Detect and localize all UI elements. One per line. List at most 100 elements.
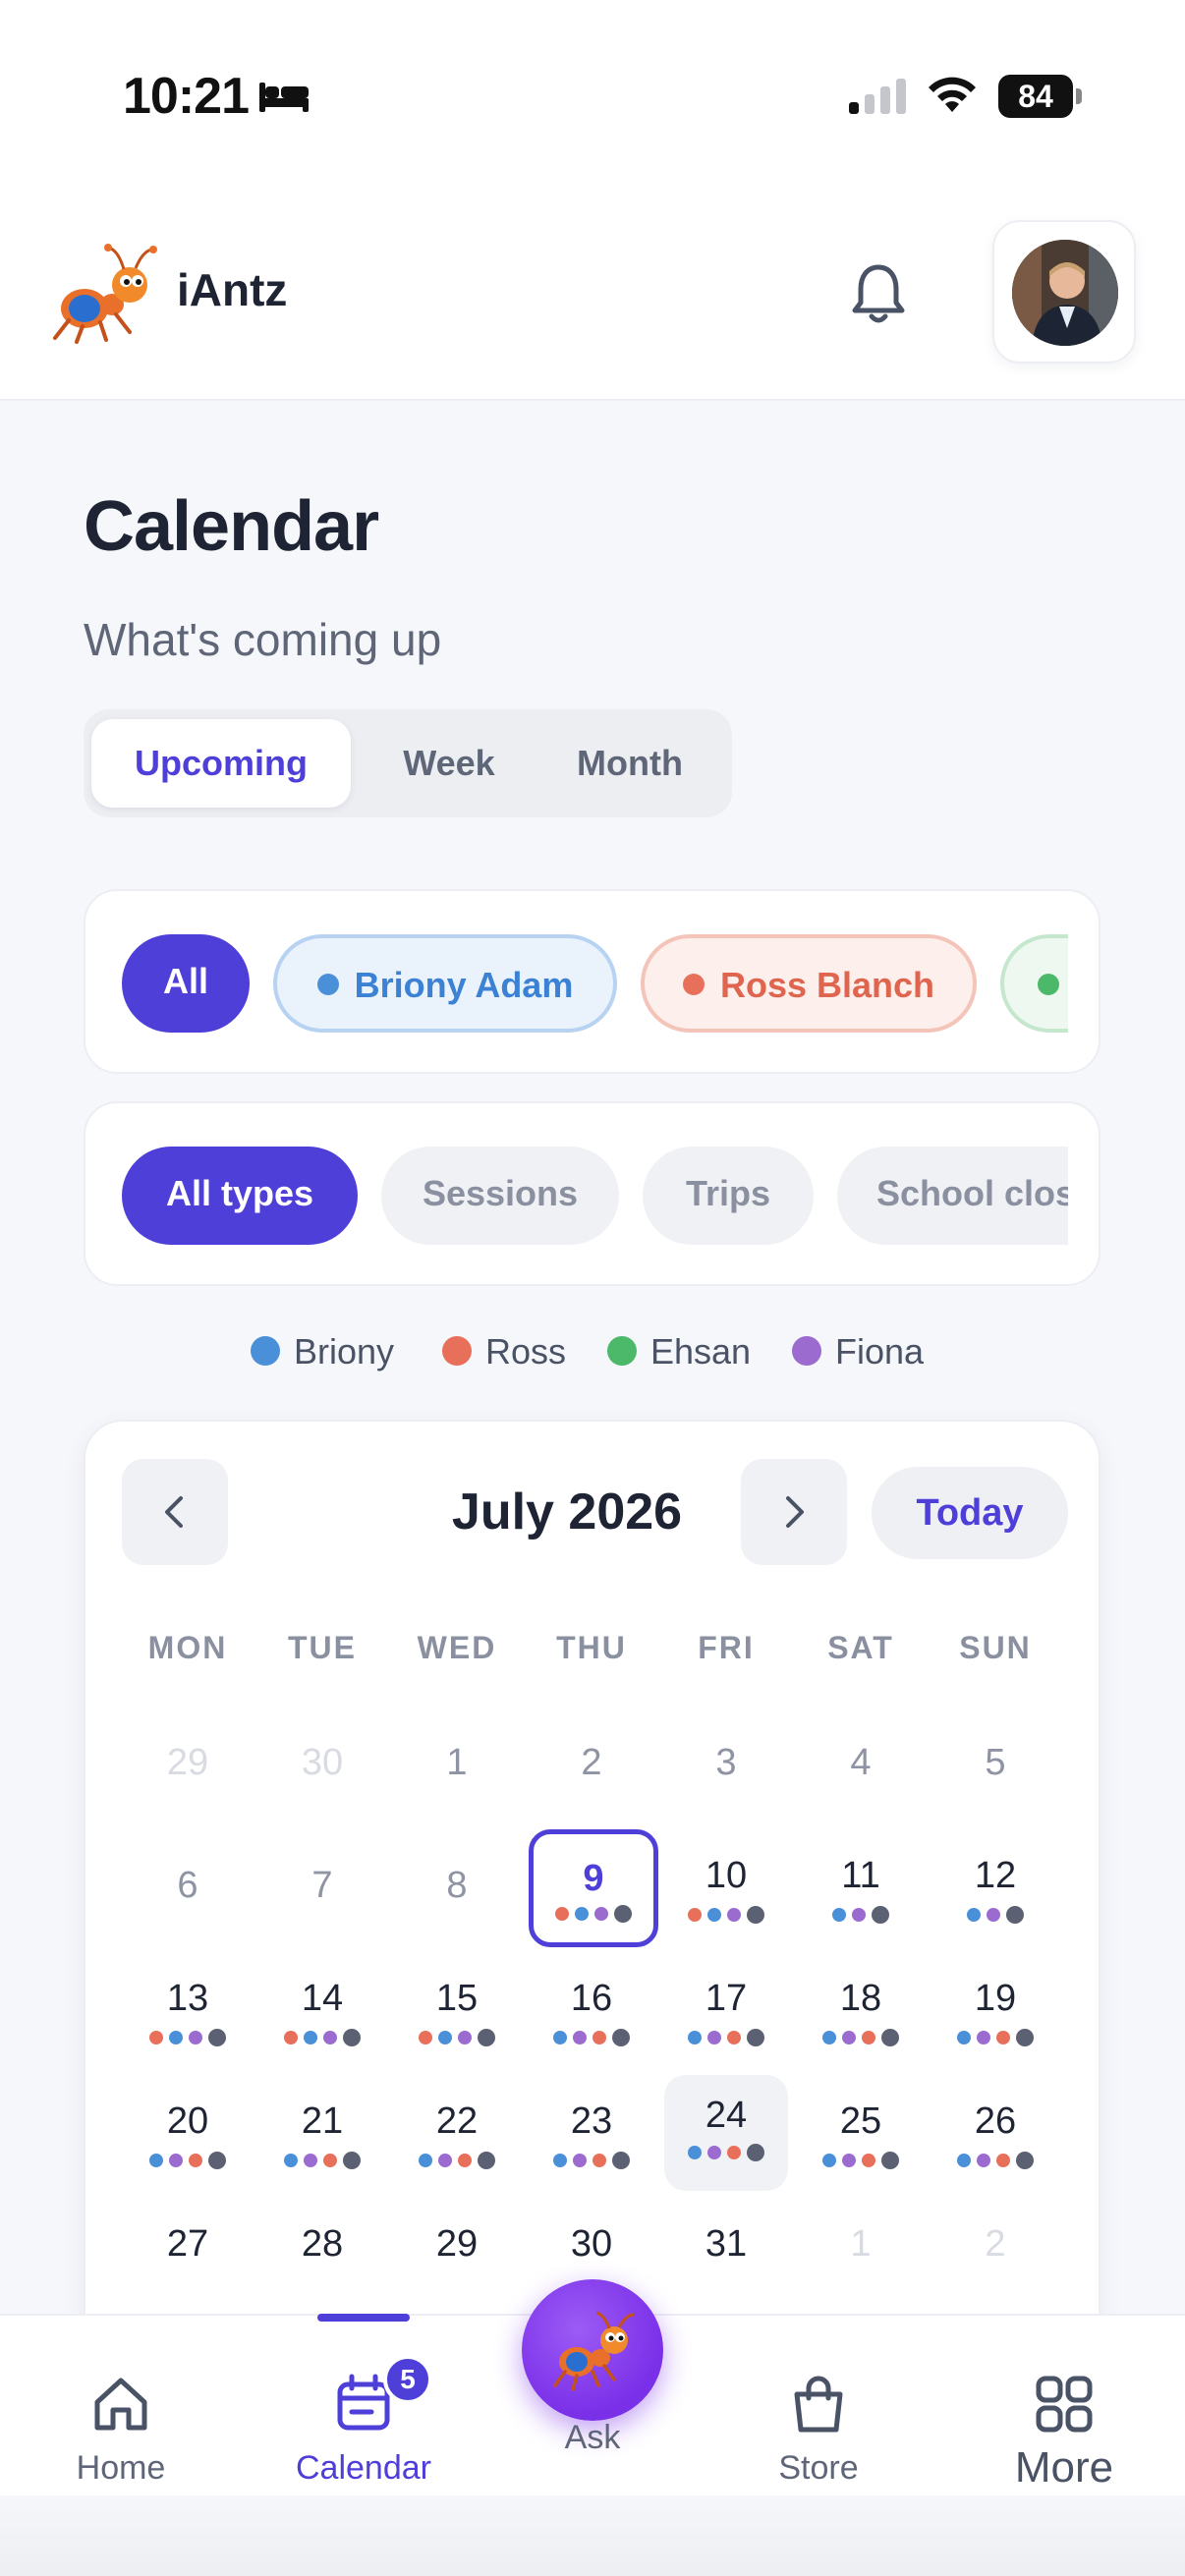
notifications-bell-icon[interactable] — [847, 261, 910, 328]
previous-month-button[interactable] — [122, 1459, 228, 1565]
today-button[interactable]: Today — [872, 1467, 1068, 1559]
event-dots — [797, 2029, 925, 2046]
day-cell[interactable]: 18 — [797, 1974, 925, 2082]
type-chip-all-types[interactable]: All types — [122, 1147, 358, 1245]
day-cell[interactable]: 14 — [258, 1974, 386, 2082]
shopping-bag-icon — [794, 2376, 843, 2433]
day-number: 27 — [166, 2223, 209, 2265]
event-dots — [931, 2029, 1059, 2046]
day-cell[interactable]: 1 — [393, 1738, 521, 1846]
day-number: 25 — [839, 2100, 882, 2142]
day-cell[interactable]: 15 — [393, 1974, 521, 2082]
grid-more-icon — [1036, 2376, 1093, 2433]
legend-label-ross: Ross — [485, 1331, 567, 1372]
weekday-thu: THU — [556, 1630, 627, 1665]
event-dots — [664, 2144, 788, 2161]
day-number: 29 — [435, 2223, 479, 2265]
day-cell[interactable]: 5 — [931, 1738, 1059, 1846]
legend-item-fiona: Fiona — [792, 1331, 924, 1372]
person-chip-all[interactable]: All — [122, 934, 250, 1033]
avatar — [1012, 240, 1118, 346]
day-cell[interactable]: 7 — [258, 1861, 386, 1969]
day-cell[interactable]: 29 — [393, 2219, 521, 2327]
type-chip-school-closures[interactable]: School clos — [837, 1147, 1068, 1245]
person-filter-scroll[interactable]: All Briony Adam Ross Blanch — [85, 891, 1068, 1072]
day-cell[interactable]: 11 — [797, 1851, 925, 1959]
event-dots — [258, 2029, 386, 2046]
day-number: 3 — [715, 1742, 737, 1783]
ant-logo-icon[interactable] — [49, 244, 159, 346]
day-cell[interactable]: 3 — [662, 1738, 790, 1846]
day-cell[interactable]: 4 — [797, 1738, 925, 1846]
day-number: 19 — [974, 1978, 1017, 2019]
day-cell[interactable]: 21 — [258, 2097, 386, 2205]
day-cell[interactable]: 25 — [797, 2097, 925, 2205]
day-number: 23 — [570, 2100, 613, 2142]
day-cell-selected[interactable]: 9 — [529, 1829, 658, 1947]
tab-home[interactable]: Home — [23, 2345, 219, 2502]
ehsan-color-dot — [1038, 974, 1059, 996]
day-number: 2 — [581, 1742, 602, 1783]
day-number: 21 — [301, 2100, 344, 2142]
day-number: 7 — [311, 1865, 333, 1906]
legend-label-fiona: Fiona — [835, 1331, 925, 1372]
event-dots — [534, 1905, 653, 1923]
day-cell[interactable]: 6 — [124, 1861, 252, 1969]
day-cell[interactable]: 22 — [393, 2097, 521, 2205]
view-segmented-control: Upcoming Week Month — [84, 709, 732, 817]
day-number: 28 — [301, 2223, 344, 2265]
legend-item-ross: Ross — [442, 1331, 566, 1372]
tab-store[interactable]: Store — [720, 2345, 917, 2502]
tab-calendar[interactable]: 5 Calendar — [265, 2345, 462, 2502]
type-filter-scroll[interactable]: All types Sessions Trips School clos — [85, 1103, 1068, 1284]
tab-month[interactable]: Month — [541, 719, 718, 808]
day-cell[interactable]: 31 — [662, 2219, 790, 2327]
day-cell[interactable]: 26 — [931, 2097, 1059, 2205]
type-chip-sessions[interactable]: Sessions — [381, 1147, 619, 1245]
day-cell[interactable]: 19 — [931, 1974, 1059, 2082]
event-dots — [931, 1906, 1059, 1924]
status-bar: 10:21 84 — [0, 0, 1185, 187]
day-cell[interactable]: 30 — [258, 1738, 386, 1846]
day-cell-today[interactable]: 24 — [664, 2075, 788, 2191]
day-cell[interactable]: 8 — [393, 1861, 521, 1969]
type-chip-trips[interactable]: Trips — [643, 1147, 814, 1245]
briony-color-dot — [316, 974, 339, 996]
person-chip-briony-adam[interactable]: Briony Adam — [273, 934, 617, 1033]
day-cell[interactable]: 2 — [931, 2219, 1059, 2327]
day-cell[interactable]: 1 — [797, 2219, 925, 2327]
day-cell[interactable]: 29 — [124, 1738, 252, 1846]
day-cell[interactable]: 27 — [124, 2219, 252, 2327]
day-cell[interactable]: 12 — [931, 1851, 1059, 1959]
day-cell[interactable]: 17 — [662, 1974, 790, 2082]
person-chip-ross-blanch[interactable]: Ross Blanch — [641, 934, 977, 1033]
profile-avatar-button[interactable] — [992, 220, 1136, 364]
legend-item-briony: Briony — [251, 1331, 394, 1372]
day-number: 20 — [166, 2100, 209, 2142]
day-cell[interactable]: 16 — [528, 1974, 655, 2082]
event-dots — [393, 2029, 521, 2046]
day-number: 4 — [850, 1742, 872, 1783]
next-month-button[interactable] — [741, 1459, 847, 1565]
tab-store-label: Store — [778, 2449, 859, 2487]
tab-more[interactable]: More — [966, 2345, 1162, 2502]
day-number: 31 — [705, 2223, 748, 2265]
day-cell[interactable]: 20 — [124, 2097, 252, 2205]
tab-week[interactable]: Week — [368, 719, 530, 808]
chevron-right-icon — [786, 1496, 804, 1528]
home-icon — [94, 2378, 147, 2431]
person-chip-ehsan[interactable] — [1000, 934, 1068, 1033]
event-dots — [662, 1906, 790, 1924]
ask-button[interactable] — [522, 2279, 663, 2421]
day-number: 14 — [301, 1978, 344, 2019]
day-cell[interactable]: 23 — [528, 2097, 655, 2205]
app-header: iAntz — [0, 187, 1185, 401]
person-chip-ross-label: Ross Blanch — [719, 965, 935, 1005]
day-number: 18 — [839, 1978, 882, 2019]
day-cell[interactable]: 10 — [662, 1851, 790, 1959]
page-subtitle: What's coming up — [84, 614, 442, 665]
tab-upcoming[interactable]: Upcoming — [91, 719, 351, 808]
day-number: 10 — [705, 1855, 748, 1896]
day-cell[interactable]: 13 — [124, 1974, 252, 2082]
day-cell[interactable]: 28 — [258, 2219, 386, 2327]
